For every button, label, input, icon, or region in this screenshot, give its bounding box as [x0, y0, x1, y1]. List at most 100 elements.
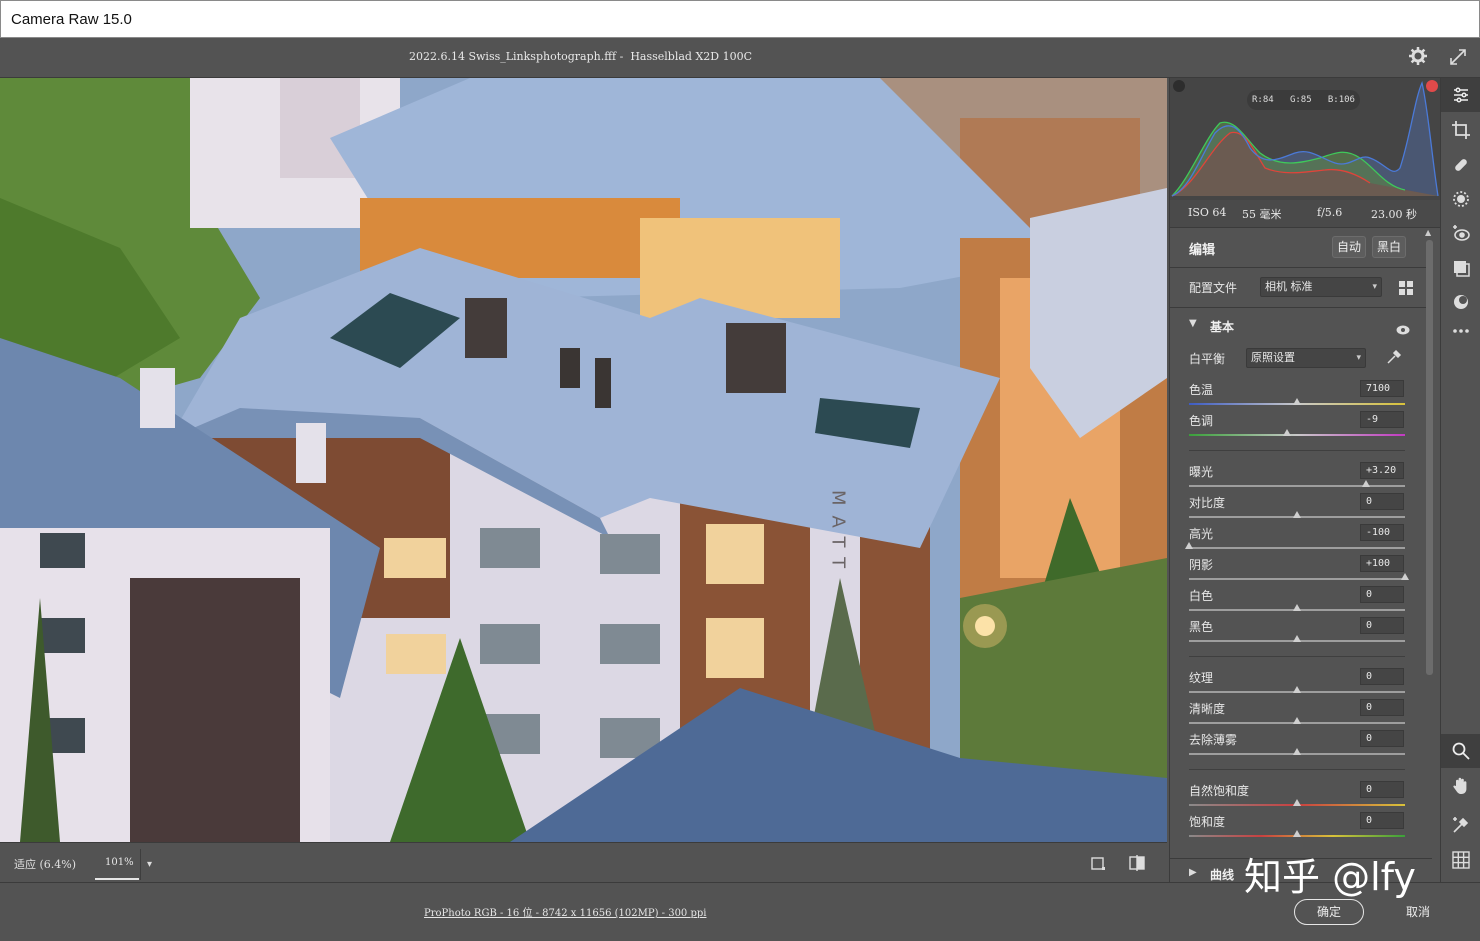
slider-value-input[interactable]: -9: [1360, 411, 1404, 428]
exif-focal-length: 55 毫米: [1242, 208, 1282, 221]
white-balance-value: 原照设置: [1251, 351, 1295, 364]
single-view-icon[interactable]: [1090, 855, 1106, 871]
slider-label: 高光: [1189, 527, 1214, 541]
slider-thumb[interactable]: [1401, 573, 1409, 580]
slider-thumb[interactable]: [1293, 830, 1301, 837]
slider-thumb[interactable]: [1293, 717, 1301, 724]
tool-strip: [1440, 78, 1480, 882]
slider-label: 对比度: [1189, 496, 1226, 510]
building-sign: MATT: [828, 490, 849, 578]
slider-thumb[interactable]: [1293, 398, 1301, 405]
slider-row: 去除薄雾 0: [1170, 728, 1432, 759]
zoom-dropdown-chevron-icon[interactable]: ▾: [140, 849, 158, 880]
chevron-right-icon: ▶: [1189, 867, 1197, 878]
slider-value-input[interactable]: -100: [1360, 524, 1404, 541]
presets-icon[interactable]: [1451, 292, 1471, 312]
mask-icon[interactable]: [1451, 189, 1471, 209]
white-balance-select[interactable]: 原照设置 ▾: [1246, 348, 1366, 368]
curve-section-title: 曲线: [1210, 868, 1235, 882]
slider-track[interactable]: [1189, 485, 1405, 487]
auto-button[interactable]: 自动: [1332, 236, 1367, 258]
slider-thumb[interactable]: [1293, 635, 1301, 642]
slider-track[interactable]: [1189, 547, 1405, 549]
slider-label: 色温: [1189, 383, 1214, 397]
chevron-down-icon: ▾: [1356, 353, 1361, 363]
slider-thumb[interactable]: [1185, 542, 1193, 549]
slider-value-input[interactable]: +100: [1360, 555, 1404, 572]
slider-value-input[interactable]: 0: [1360, 730, 1404, 747]
view-controls: 适应 (6.4%) 101% ▾: [0, 842, 1167, 882]
window-titlebar: Camera Raw 15.0: [0, 0, 1480, 38]
ok-button[interactable]: 确定: [1294, 899, 1364, 925]
histogram: R:84 G:85 B:106: [1170, 78, 1440, 200]
cancel-button[interactable]: 取消: [1406, 903, 1430, 920]
gear-icon[interactable]: [1408, 46, 1428, 66]
basic-section-header[interactable]: ▼ 基本: [1170, 310, 1432, 342]
eyedropper-icon[interactable]: [1386, 349, 1402, 365]
slider-value-input[interactable]: 0: [1360, 493, 1404, 510]
exif-info: ISO 64 55 毫米 f/5.6 23.00 秒: [1170, 200, 1440, 228]
panel-scrollbar[interactable]: ▲: [1423, 228, 1437, 850]
hand-tool-icon[interactable]: [1451, 776, 1471, 796]
grid-overlay-icon[interactable]: [1451, 850, 1471, 870]
zoom-fit-button[interactable]: 适应 (6.4%): [14, 856, 76, 872]
zoom-tool-icon[interactable]: [1441, 734, 1480, 768]
slider-row: 饱和度 0: [1170, 810, 1432, 841]
scroll-up-icon[interactable]: ▲: [1425, 228, 1431, 237]
slider-thumb[interactable]: [1362, 480, 1371, 487]
slider-value-input[interactable]: 0: [1360, 586, 1404, 603]
eye-icon[interactable]: [1396, 320, 1410, 335]
slider-value-input[interactable]: 7100: [1360, 380, 1404, 397]
chevron-down-icon: ▼: [1189, 318, 1197, 329]
watermark: 知乎 @lfy: [1244, 855, 1416, 899]
profile-browser-icon[interactable]: [1398, 280, 1414, 296]
slider-row: 高光 -100: [1170, 522, 1432, 553]
slider-thumb[interactable]: [1293, 686, 1301, 693]
slider-label: 曝光: [1189, 465, 1214, 479]
slider-label: 白色: [1189, 589, 1214, 603]
black-white-button[interactable]: 黑白: [1372, 236, 1407, 258]
scrollbar-thumb[interactable]: [1426, 240, 1433, 675]
slider-value-input[interactable]: 0: [1360, 781, 1404, 798]
slider-row: 阴影 +100: [1170, 553, 1432, 584]
slider-thumb[interactable]: [1293, 511, 1301, 518]
slider-row: 曝光 +3.20: [1170, 460, 1432, 491]
more-icon[interactable]: [1451, 321, 1471, 341]
slider-value-input[interactable]: 0: [1360, 812, 1404, 829]
workflow-options-link[interactable]: ProPhoto RGB - 16 位 - 8742 x 11656 (102M…: [424, 904, 706, 919]
slider-value-input[interactable]: 0: [1360, 617, 1404, 634]
window-title: Camera Raw 15.0: [11, 11, 132, 28]
histogram-graph: [1171, 81, 1439, 197]
photo-preview[interactable]: MATT: [0, 78, 1167, 842]
slider-track[interactable]: [1189, 578, 1405, 580]
color-sampler-icon[interactable]: [1451, 815, 1471, 835]
edit-sliders-icon[interactable]: [1441, 78, 1480, 112]
slider-value-input[interactable]: +3.20: [1360, 462, 1404, 479]
snapshots-icon[interactable]: [1451, 258, 1471, 278]
slider-thumb[interactable]: [1293, 748, 1301, 755]
slider-row: 清晰度 0: [1170, 697, 1432, 728]
zoom-level-field[interactable]: 101%: [95, 849, 139, 880]
slider-label: 色调: [1189, 414, 1214, 428]
slider-row: 白色 0: [1170, 584, 1432, 615]
slider-value-input[interactable]: 0: [1360, 699, 1404, 716]
profile-select[interactable]: 相机 标准 ▾: [1260, 277, 1382, 297]
slider-value-input[interactable]: 0: [1360, 668, 1404, 685]
white-balance-row: 白平衡 原照设置 ▾: [1170, 346, 1432, 372]
crop-icon[interactable]: [1451, 120, 1471, 140]
before-after-icon[interactable]: [1128, 854, 1146, 872]
slider-thumb[interactable]: [1293, 799, 1301, 806]
fullscreen-icon[interactable]: [1448, 47, 1468, 67]
white-balance-label: 白平衡: [1189, 352, 1226, 366]
slider-thumb[interactable]: [1283, 429, 1292, 436]
slider-row: 纹理 0: [1170, 666, 1432, 697]
slider-thumb[interactable]: [1293, 604, 1301, 611]
red-eye-icon[interactable]: [1451, 224, 1471, 244]
top-bar: 2022.6.14 Swiss_Linksphotograph.fff - Ha…: [0, 38, 1480, 78]
profile-select-value: 相机 标准: [1265, 280, 1313, 293]
chevron-down-icon: ▾: [1372, 282, 1377, 292]
slider-row: 色调 -9: [1170, 409, 1432, 440]
slider-track[interactable]: [1189, 434, 1405, 436]
healing-brush-icon[interactable]: [1451, 155, 1471, 175]
slider-label: 去除薄雾: [1189, 733, 1238, 747]
